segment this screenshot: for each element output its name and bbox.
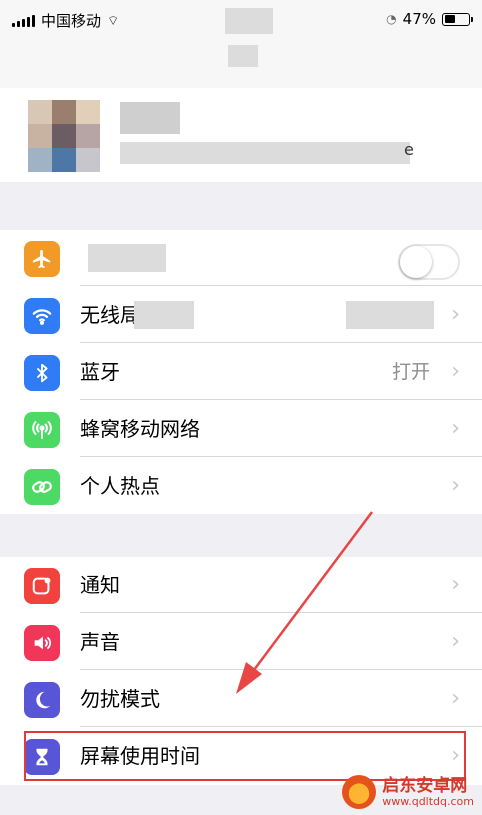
avatar — [28, 100, 100, 172]
hotspot-label: 个人热点 — [80, 474, 160, 498]
watermark-title: 启东安卓网 — [382, 775, 468, 796]
watermark-text: 启东安卓网 www.qdltdq.com — [382, 777, 474, 808]
battery-icon — [442, 12, 473, 26]
status-bar: 中国移动 ⌔ ◔ 47% — [0, 0, 482, 40]
toggle-knob — [400, 246, 432, 278]
watermark-logo-icon — [342, 775, 377, 809]
pixelated-subtitle — [120, 142, 410, 164]
airplane-mode-toggle[interactable] — [398, 244, 460, 280]
settings-row-notifications[interactable]: 通知 › — [0, 557, 482, 613]
row-separator — [80, 612, 482, 613]
chevron-right-icon: › — [451, 359, 460, 384]
chevron-right-icon: › — [451, 686, 460, 711]
airplane-icon — [24, 241, 60, 277]
chevron-right-icon: › — [451, 473, 460, 498]
pixelated-nav-title — [228, 45, 258, 67]
pixelated-name — [120, 102, 180, 134]
status-right: ◔ 47% — [386, 10, 473, 28]
notifications-label: 通知 — [80, 573, 120, 597]
row-separator — [80, 726, 482, 727]
wifi-status-icon: ⌔ — [107, 13, 120, 29]
wifi-label: 无线局 — [80, 303, 140, 327]
bluetooth-label: 蓝牙 — [80, 360, 120, 384]
cellular-label: 蜂窝移动网络 — [80, 417, 200, 441]
sounds-label: 声音 — [80, 630, 120, 654]
alarm-icon: ◔ — [386, 12, 397, 26]
settings-row-bluetooth[interactable]: 蓝牙 打开 › — [0, 344, 482, 400]
do-not-disturb-label: 勿扰模式 — [80, 687, 160, 711]
row-separator — [80, 399, 482, 400]
row-separator — [80, 285, 482, 286]
moon-icon — [24, 682, 60, 718]
bluetooth-value: 打开 — [391, 361, 430, 383]
cellular-signal-icon — [12, 14, 35, 27]
wifi-icon — [24, 298, 60, 334]
apple-id-row[interactable]: e — [0, 88, 482, 182]
chevron-right-icon: › — [451, 416, 460, 441]
watermark-url: www.qdltdq.com — [382, 794, 474, 808]
screen-time-highlight-box — [24, 731, 466, 781]
settings-row-do-not-disturb[interactable]: 勿扰模式 › — [0, 671, 482, 727]
settings-row-cellular[interactable]: 蜂窝移动网络 › — [0, 401, 482, 457]
chevron-right-icon: › — [451, 302, 460, 327]
row-separator — [80, 456, 482, 457]
bluetooth-icon — [24, 355, 60, 391]
pixelated-label — [88, 244, 166, 272]
subtitle-trailing-glyph: e — [404, 140, 414, 159]
chevron-right-icon: › — [451, 572, 460, 597]
notifications-icon — [24, 568, 60, 604]
hotspot-link-icon — [24, 469, 60, 505]
watermark: 启东安卓网 www.qdltdq.com — [342, 775, 474, 809]
settings-row-wifi[interactable]: 无线局 › — [0, 287, 482, 343]
pixelated-label-cover — [134, 301, 194, 329]
status-left: 中国移动 ⌔ — [12, 10, 119, 31]
chevron-right-icon: › — [451, 629, 460, 654]
speaker-icon — [24, 625, 60, 661]
row-separator — [80, 342, 482, 343]
cellular-antenna-icon — [24, 412, 60, 448]
settings-row-sounds[interactable]: 声音 › — [0, 614, 482, 670]
row-separator — [80, 669, 482, 670]
settings-row-airplane-mode — [0, 230, 482, 286]
pixelated-time — [225, 8, 273, 34]
settings-row-hotspot[interactable]: 个人热点 › — [0, 458, 482, 514]
settings-group-connectivity: 无线局 › 蓝牙 打开 › 蜂窝移动网络 › 个人热点 › — [0, 230, 482, 514]
carrier-name: 中国移动 — [41, 12, 102, 30]
battery-percent: 47% — [402, 10, 436, 28]
pixelated-wifi-network — [346, 301, 434, 329]
navigation-bar — [0, 40, 482, 88]
